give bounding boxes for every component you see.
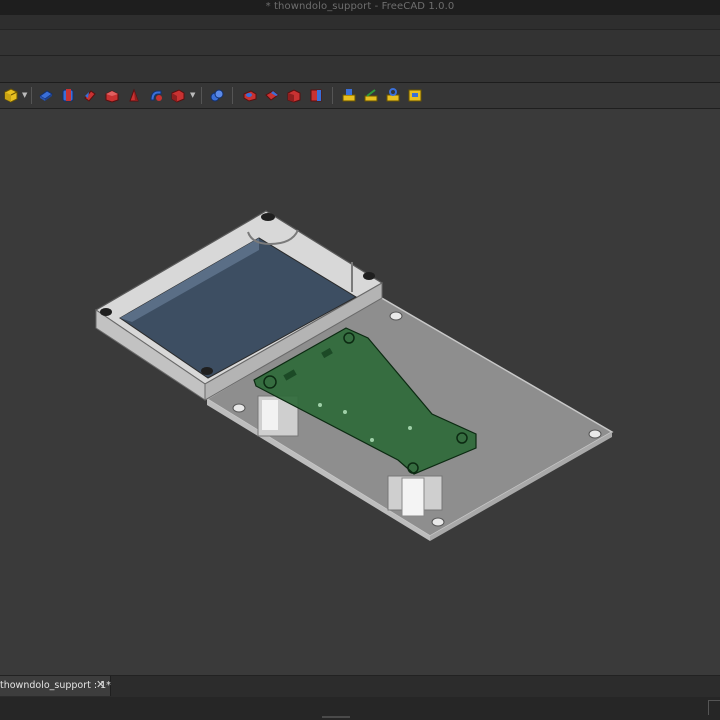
chevron-down-icon[interactable]: ▼ (22, 90, 28, 100)
status-bar (0, 697, 720, 720)
standoff-right (387, 475, 443, 517)
part-loft-icon[interactable] (148, 87, 164, 103)
3d-viewport[interactable] (0, 109, 720, 675)
measure-refresh-icon[interactable] (385, 87, 401, 103)
part-fuse-icon[interactable] (286, 87, 302, 103)
toolbar-separator (31, 87, 32, 104)
toolbar-separator (201, 87, 202, 104)
window-title: * thowndolo_support - FreeCAD 1.0.0 (265, 1, 455, 12)
chevron-down-icon[interactable]: ▼ (190, 90, 196, 100)
part-mirror-icon[interactable] (82, 87, 98, 103)
measure-linear-icon[interactable] (341, 87, 357, 103)
toolbar-separator (332, 87, 333, 104)
model-render (94, 210, 614, 541)
toolbar-separator (232, 87, 233, 104)
document-tab-label: thowndolo_support : 1* (0, 680, 111, 691)
part-box-icon[interactable] (3, 87, 19, 103)
part-fillet-icon[interactable] (104, 87, 120, 103)
part-sweep-icon[interactable] (170, 87, 186, 103)
part-extrude-icon[interactable] (38, 87, 54, 103)
status-corner (708, 700, 720, 715)
part-chamfer-icon[interactable] (126, 87, 142, 103)
part-common-icon[interactable] (308, 87, 324, 103)
toolbar-row-2 (0, 56, 720, 83)
title-bar: * thowndolo_support - FreeCAD 1.0.0 (0, 0, 720, 15)
toolbar-row-1 (0, 30, 720, 56)
close-icon[interactable]: ✕ (96, 679, 105, 691)
part-revolve-icon[interactable] (60, 87, 76, 103)
splitter-handle[interactable] (322, 716, 350, 718)
part-boolean-icon[interactable] (242, 87, 258, 103)
part-cut-icon[interactable] (264, 87, 280, 103)
measure-toggle-icon[interactable] (407, 87, 423, 103)
measure-angular-icon[interactable] (363, 87, 379, 103)
part-compound-icon[interactable] (209, 87, 225, 103)
document-tab[interactable]: thowndolo_support : 1* ✕ (0, 676, 111, 696)
menu-bar (0, 15, 720, 30)
